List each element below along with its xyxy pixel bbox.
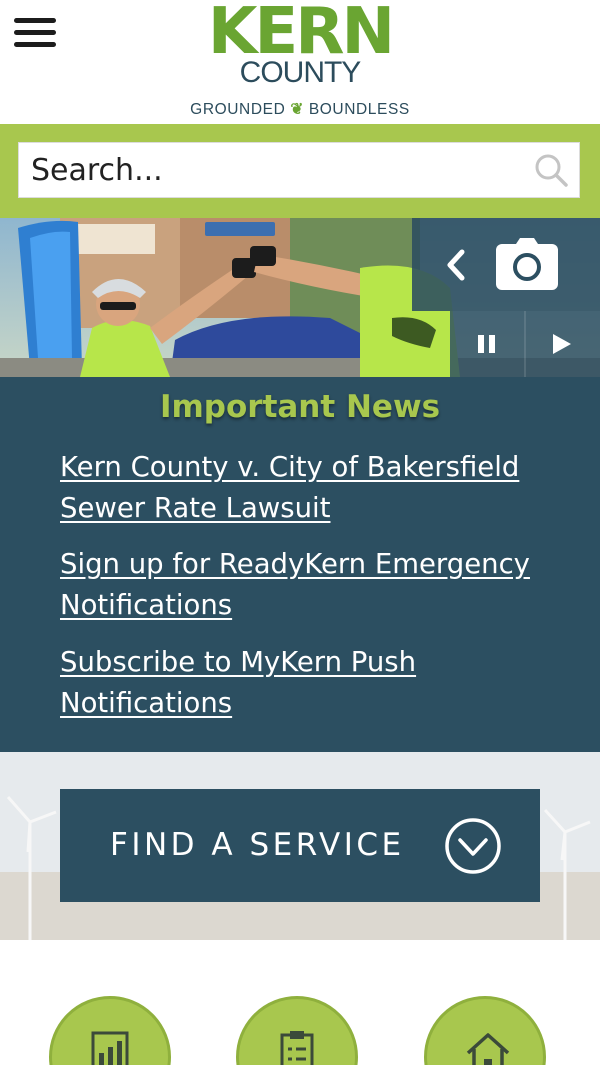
play-icon[interactable]: [550, 333, 572, 355]
clipboard-list-icon: [280, 1031, 314, 1065]
slideshow-controls: [412, 218, 600, 377]
news-link-line: Kern County v. City of Bakersfield: [60, 451, 520, 483]
search-band: [0, 124, 600, 218]
logo-county-text: COUNTY: [239, 56, 362, 89]
news-link-line: Sign up for ReadyKern Emergency: [60, 548, 530, 580]
chevron-down-circle-icon: [445, 818, 501, 874]
camera-icon[interactable]: [496, 238, 558, 292]
search-box: [18, 142, 580, 198]
news-link-line: Notifications: [60, 589, 233, 621]
leaf-icon: ❦: [290, 101, 304, 118]
hamburger-menu-icon[interactable]: [14, 18, 56, 50]
slideshow-top-controls: [412, 218, 600, 311]
news-title: Important News: [159, 389, 441, 425]
tagline-right: BOUNDLESS: [308, 101, 410, 118]
news-link-readykern[interactable]: Sign up for ReadyKern Emergency Notifica…: [60, 544, 560, 626]
find-service-band: FIND A SERVICE: [0, 752, 600, 940]
kern-county-logo[interactable]: KERN COUNTY GROUNDED ❦ BOUNDLESS: [190, 0, 410, 124]
find-service-button[interactable]: FIND A SERVICE: [60, 789, 540, 902]
news-link-line: Notifications: [60, 687, 233, 719]
controls-divider: [524, 311, 526, 377]
search-icon[interactable]: [533, 152, 569, 188]
home-icon: [466, 1033, 510, 1065]
quick-links: [0, 940, 600, 1065]
previous-icon[interactable]: [444, 248, 470, 282]
quick-link-reports[interactable]: [49, 996, 171, 1065]
news-link-line: Sewer Rate Lawsuit: [60, 492, 331, 524]
pause-icon[interactable]: [476, 333, 498, 355]
search-input[interactable]: [19, 143, 519, 197]
logo-tagline: GROUNDED ❦ BOUNDLESS: [190, 100, 410, 120]
slideshow-bottom-controls: [450, 311, 600, 377]
chart-report-icon: [91, 1031, 129, 1065]
important-news-section: Important News Kern County v. City of Ba…: [0, 377, 600, 752]
quick-link-home[interactable]: [424, 996, 546, 1065]
find-service-label: FIND A SERVICE: [110, 827, 405, 863]
news-link-mykern[interactable]: Subscribe to MyKern Push Notifications: [60, 642, 560, 724]
quick-link-services[interactable]: [236, 996, 358, 1065]
news-link-sewer-lawsuit[interactable]: Kern County v. City of Bakersfield Sewer…: [60, 447, 560, 529]
tagline-left: GROUNDED: [190, 101, 286, 118]
hero-slideshow[interactable]: [0, 218, 600, 377]
site-header: KERN COUNTY GROUNDED ❦ BOUNDLESS: [0, 0, 600, 124]
news-link-line: Subscribe to MyKern Push: [60, 646, 417, 678]
